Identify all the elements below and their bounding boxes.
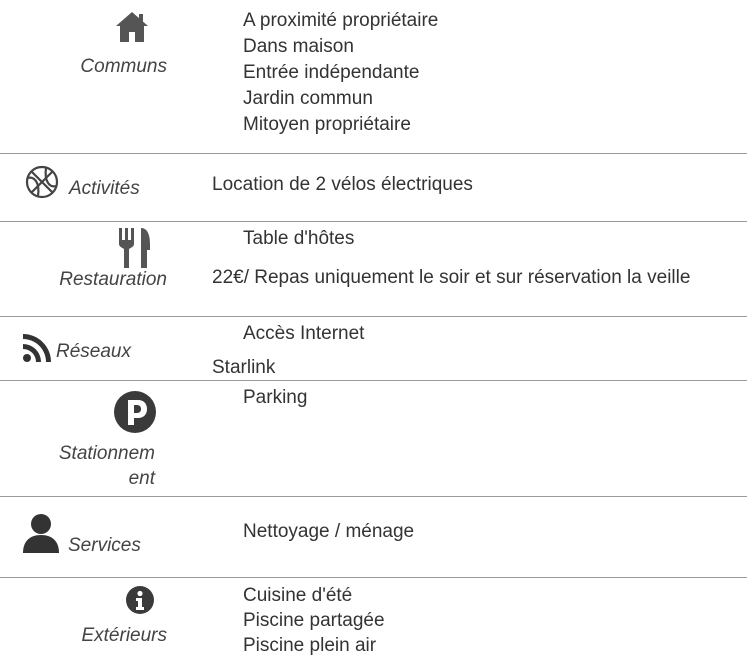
utensils-icon <box>119 228 150 268</box>
note-text: Location de 2 vélos électriques <box>212 174 473 195</box>
category-label: Activités <box>69 178 140 199</box>
user-icon <box>23 514 59 553</box>
list-item: Cuisine d'été <box>243 585 353 606</box>
amenity-list: A proximité propriétaire Dans maison Ent… <box>243 8 438 138</box>
section-restauration: Restauration Table d'hôtes 22€/ Repas un… <box>0 222 747 316</box>
list-item: Accès Internet <box>243 323 365 344</box>
list-item: Table d'hôtes <box>243 228 355 249</box>
category-label: Stationnem <box>58 443 155 464</box>
category-label: Services <box>68 535 141 556</box>
section-activites: Activités Location de 2 vélos électrique… <box>0 154 747 221</box>
list-item: Jardin commun <box>243 88 373 109</box>
category-label: Extérieurs <box>81 625 167 646</box>
category-label: Communs <box>80 56 167 77</box>
section-services: Services Nettoyage / ménage <box>0 497 747 577</box>
rss-icon <box>23 334 51 362</box>
section-communs: Communs A proximité propriétaire Dans ma… <box>0 0 747 153</box>
list-item: Nettoyage / ménage <box>243 521 415 542</box>
list-item: Entrée indépendante <box>243 62 420 83</box>
basketball-icon <box>25 165 59 199</box>
section-reseaux: Réseaux Accès Internet Starlink <box>0 317 747 380</box>
list-item: A proximité propriétaire <box>243 10 439 31</box>
note-text: Starlink <box>212 357 276 378</box>
category-label: Réseaux <box>56 341 131 362</box>
list-item: Mitoyen propriétaire <box>243 114 411 135</box>
amenity-list: Cuisine d'été Piscine partagée Piscine p… <box>243 583 385 658</box>
info-icon <box>126 586 154 614</box>
section-stationnement: Stationnem ent Parking <box>0 381 747 496</box>
list-item: Parking <box>243 387 308 408</box>
section-exterieurs: Extérieurs Cuisine d'été Piscine partagé… <box>0 578 747 668</box>
list-item: Piscine plein air <box>243 635 377 656</box>
note-text: 22€/ Repas uniquement le soir et sur rés… <box>212 267 691 288</box>
category-label: Restauration <box>59 269 167 290</box>
parking-icon <box>114 391 156 433</box>
home-icon <box>116 12 148 42</box>
list-item: Dans maison <box>243 36 354 57</box>
list-item: Piscine partagée <box>243 610 385 631</box>
category-label: ent <box>128 468 155 489</box>
